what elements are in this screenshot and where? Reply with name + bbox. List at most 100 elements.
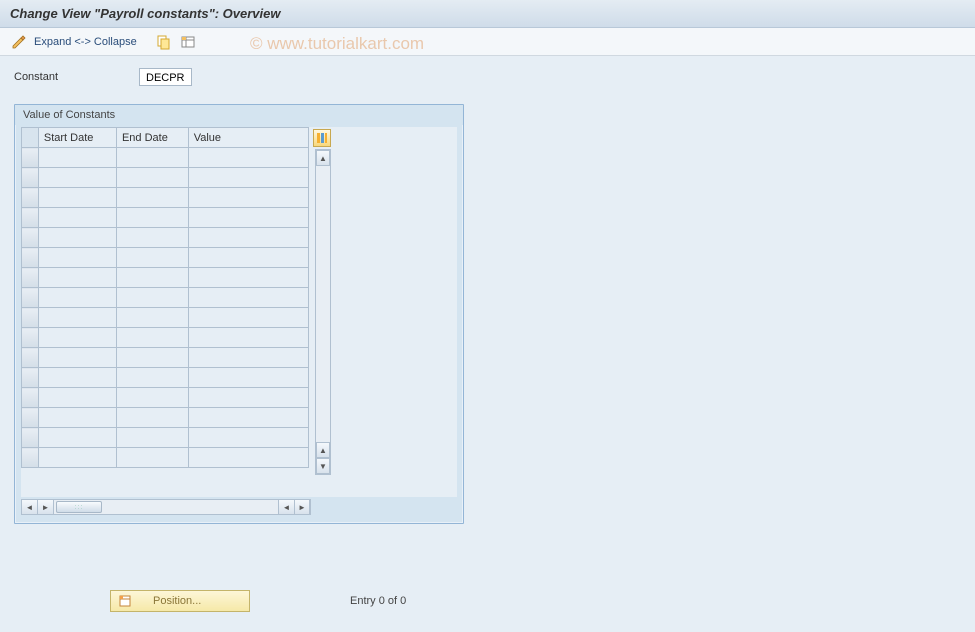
table-cell[interactable] bbox=[38, 428, 116, 448]
table-cell[interactable] bbox=[116, 448, 188, 468]
table-cell[interactable] bbox=[38, 228, 116, 248]
table-row[interactable] bbox=[22, 148, 309, 168]
table-cell[interactable] bbox=[188, 208, 308, 228]
table-cell[interactable] bbox=[116, 308, 188, 328]
scroll-down-icon[interactable]: ▲ bbox=[316, 442, 330, 458]
table-row[interactable] bbox=[22, 288, 309, 308]
table-row[interactable] bbox=[22, 268, 309, 288]
col-start-date[interactable]: Start Date bbox=[38, 128, 116, 148]
row-selector[interactable] bbox=[22, 268, 39, 288]
table-row[interactable] bbox=[22, 348, 309, 368]
table-cell[interactable] bbox=[188, 268, 308, 288]
row-selector[interactable] bbox=[22, 308, 39, 328]
table-cell[interactable] bbox=[116, 408, 188, 428]
pencil-icon[interactable] bbox=[10, 33, 28, 51]
table-cell[interactable] bbox=[188, 428, 308, 448]
table-cell[interactable] bbox=[188, 148, 308, 168]
expand-collapse-link[interactable]: Expand <-> Collapse bbox=[34, 36, 137, 48]
table-cell[interactable] bbox=[116, 228, 188, 248]
table-cell[interactable] bbox=[38, 208, 116, 228]
table-cell[interactable] bbox=[38, 388, 116, 408]
table-cell[interactable] bbox=[188, 248, 308, 268]
table-cell[interactable] bbox=[188, 328, 308, 348]
table-settings-icon[interactable] bbox=[179, 33, 197, 51]
row-selector[interactable] bbox=[22, 148, 39, 168]
table-row[interactable] bbox=[22, 328, 309, 348]
row-selector[interactable] bbox=[22, 288, 39, 308]
scroll-left-icon[interactable]: ◄ bbox=[22, 500, 38, 514]
table-row[interactable] bbox=[22, 428, 309, 448]
table-cell[interactable] bbox=[116, 388, 188, 408]
vertical-scrollbar[interactable]: ▲ ▲ ▼ bbox=[315, 149, 331, 475]
table-cell[interactable] bbox=[116, 248, 188, 268]
table-cell[interactable] bbox=[116, 348, 188, 368]
table-row[interactable] bbox=[22, 388, 309, 408]
table-cell[interactable] bbox=[188, 168, 308, 188]
row-selector[interactable] bbox=[22, 348, 39, 368]
table-cell[interactable] bbox=[116, 428, 188, 448]
table-cell[interactable] bbox=[188, 388, 308, 408]
horizontal-scrollbar[interactable]: ◄ ► ::: ◄ ► bbox=[21, 499, 311, 515]
table-cell[interactable] bbox=[116, 328, 188, 348]
table-cell[interactable] bbox=[38, 328, 116, 348]
table-row[interactable] bbox=[22, 168, 309, 188]
col-end-date[interactable]: End Date bbox=[116, 128, 188, 148]
table-cell[interactable] bbox=[38, 368, 116, 388]
table-row[interactable] bbox=[22, 188, 309, 208]
table-cell[interactable] bbox=[188, 348, 308, 368]
row-selector[interactable] bbox=[22, 208, 39, 228]
row-selector[interactable] bbox=[22, 408, 39, 428]
table-row[interactable] bbox=[22, 308, 309, 328]
table-cell[interactable] bbox=[188, 288, 308, 308]
row-selector[interactable] bbox=[22, 368, 39, 388]
row-selector[interactable] bbox=[22, 388, 39, 408]
table-cell[interactable] bbox=[116, 148, 188, 168]
table-cell[interactable] bbox=[188, 308, 308, 328]
row-selector[interactable] bbox=[22, 428, 39, 448]
table-cell[interactable] bbox=[116, 208, 188, 228]
scroll-right2-icon[interactable]: ► bbox=[294, 500, 310, 514]
table-cell[interactable] bbox=[188, 188, 308, 208]
table-row[interactable] bbox=[22, 448, 309, 468]
table-cell[interactable] bbox=[38, 448, 116, 468]
row-selector[interactable] bbox=[22, 248, 39, 268]
table-cell[interactable] bbox=[116, 168, 188, 188]
table-cell[interactable] bbox=[116, 268, 188, 288]
row-selector[interactable] bbox=[22, 168, 39, 188]
copy-icon[interactable] bbox=[155, 33, 173, 51]
table-cell[interactable] bbox=[188, 448, 308, 468]
scroll-up-icon[interactable]: ▲ bbox=[316, 150, 330, 166]
table-row[interactable] bbox=[22, 228, 309, 248]
row-selector[interactable] bbox=[22, 448, 39, 468]
table-cell[interactable] bbox=[38, 268, 116, 288]
constant-value[interactable]: DECPR bbox=[139, 68, 192, 86]
row-selector[interactable] bbox=[22, 188, 39, 208]
col-value[interactable]: Value bbox=[188, 128, 308, 148]
scroll-right-icon[interactable]: ◄ bbox=[278, 500, 294, 514]
table-cell[interactable] bbox=[116, 368, 188, 388]
table-cell[interactable] bbox=[116, 288, 188, 308]
scroll-left2-icon[interactable]: ► bbox=[38, 500, 54, 514]
row-selector[interactable] bbox=[22, 228, 39, 248]
table-row[interactable] bbox=[22, 208, 309, 228]
table-row[interactable] bbox=[22, 408, 309, 428]
table-cell[interactable] bbox=[38, 308, 116, 328]
position-button[interactable]: Position... bbox=[110, 590, 250, 612]
configure-columns-icon[interactable] bbox=[313, 129, 331, 147]
table-row[interactable] bbox=[22, 248, 309, 268]
table-cell[interactable] bbox=[188, 408, 308, 428]
table-cell[interactable] bbox=[188, 228, 308, 248]
table-cell[interactable] bbox=[38, 248, 116, 268]
table-cell[interactable] bbox=[188, 368, 308, 388]
table-cell[interactable] bbox=[38, 348, 116, 368]
hscroll-thumb[interactable]: ::: bbox=[56, 501, 102, 513]
table-cell[interactable] bbox=[38, 168, 116, 188]
table-cell[interactable] bbox=[38, 408, 116, 428]
select-all-header[interactable] bbox=[22, 128, 39, 148]
table-cell[interactable] bbox=[38, 288, 116, 308]
table-cell[interactable] bbox=[116, 188, 188, 208]
scroll-down2-icon[interactable]: ▼ bbox=[316, 458, 330, 474]
table-cell[interactable] bbox=[38, 188, 116, 208]
table-row[interactable] bbox=[22, 368, 309, 388]
table-cell[interactable] bbox=[38, 148, 116, 168]
